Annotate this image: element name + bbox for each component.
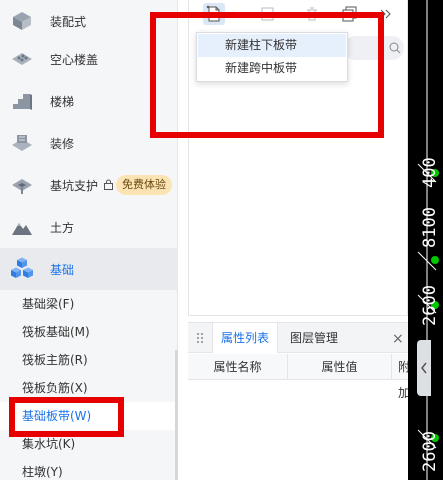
highlight-box-dropdown — [150, 12, 384, 138]
subitem-raft-main-rebar[interactable]: 筏板主筋(R) — [0, 346, 178, 374]
properties-tabbar: 属性列表 图层管理 × — [188, 323, 408, 353]
earthwork-icon — [12, 223, 32, 235]
category-label: 基坑支护 — [50, 178, 99, 193]
tab-layer-management[interactable]: 图层管理 — [282, 323, 346, 353]
subitem-column-pier[interactable]: 柱墩(Y) — [0, 458, 178, 480]
properties-panel: 属性列表 图层管理 × 属性名称 属性值 附加 — [188, 322, 422, 480]
dimension-label: 400 — [420, 157, 440, 188]
stairs-icon — [13, 94, 32, 110]
drag-handle-icon[interactable] — [196, 332, 204, 344]
category-label: 基础 — [50, 262, 75, 277]
category-label: 空心楼盖 — [50, 52, 99, 67]
subitem-foundation-beam[interactable]: 基础梁(F) — [0, 290, 178, 318]
prefab-icon — [13, 12, 31, 30]
decoration-icon — [12, 135, 32, 151]
category-foundation[interactable]: 基础 — [0, 248, 178, 290]
category-label: 装配式 — [50, 14, 87, 29]
highlight-box-slab-strip — [9, 397, 124, 437]
close-icon[interactable]: × — [392, 331, 404, 347]
hollow-floor-icon — [12, 53, 32, 65]
dimension-label: 2600 — [420, 431, 440, 472]
lock-icon — [104, 179, 113, 190]
chevron-left-icon — [421, 362, 427, 374]
search-icon — [389, 42, 401, 54]
column-header-name: 属性名称 — [188, 354, 288, 380]
free-trial-badge[interactable]: 免费体验 — [116, 175, 172, 195]
dimension-label: 2600 — [420, 285, 440, 326]
drawing-canvas[interactable]: 400 8100 2600 2600 — [408, 0, 443, 480]
properties-table-header: 属性名称 属性值 附加 — [188, 354, 422, 400]
category-label: 装修 — [50, 136, 75, 151]
sidebar-scrollbar[interactable] — [175, 350, 178, 480]
category-label: 楼梯 — [50, 94, 75, 109]
category-label: 土方 — [50, 220, 75, 235]
foundation-icon — [11, 257, 33, 278]
panel-collapse-tab[interactable] — [417, 340, 431, 396]
tab-property-list[interactable]: 属性列表 — [212, 323, 279, 353]
column-header-value: 属性值 — [288, 354, 392, 380]
subitem-raft-foundation[interactable]: 筏板基础(M) — [0, 318, 178, 346]
category-earthwork[interactable]: 土方 — [0, 206, 178, 248]
dimension-label: 8100 — [420, 207, 440, 248]
pit-support-icon — [12, 179, 32, 194]
category-pit-support[interactable]: 基坑支护 免费体验 — [0, 164, 178, 206]
